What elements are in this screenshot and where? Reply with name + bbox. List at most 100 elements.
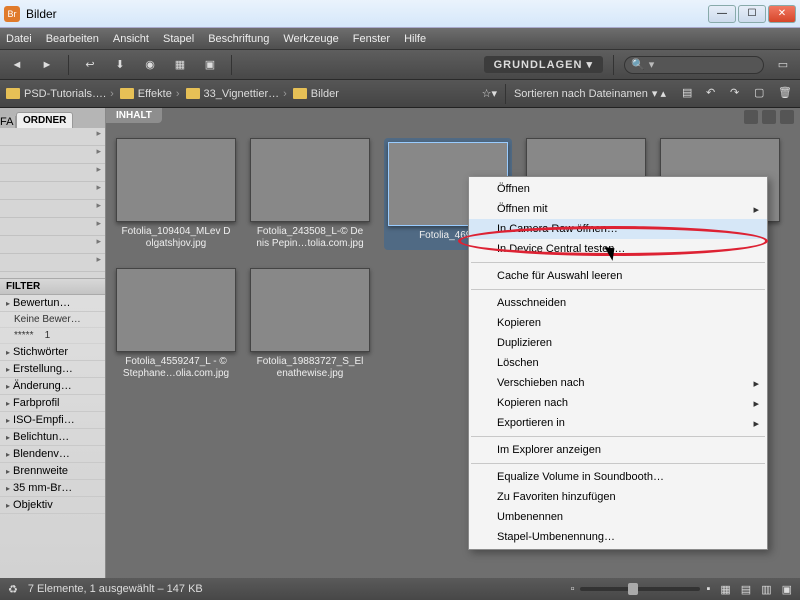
trash-icon[interactable]: 🗑: [778, 86, 794, 102]
workspace-label: GRUNDLAGEN: [494, 59, 583, 71]
ctx-item-0[interactable]: Öffnen: [469, 179, 767, 199]
ctx-item-20[interactable]: Stapel-Umbenennung…: [469, 527, 767, 547]
boomerang-icon[interactable]: ↩: [79, 54, 101, 76]
thumbnail-image: [116, 268, 236, 352]
view-mode-3-icon[interactable]: ▣: [782, 583, 792, 596]
menu-hilfe[interactable]: Hilfe: [404, 33, 426, 45]
thumbnail-image: [250, 268, 370, 352]
download-icon[interactable]: ⬇: [109, 54, 131, 76]
ctx-item-1[interactable]: Öffnen mit: [469, 199, 767, 219]
view-mode-2-icon[interactable]: ▥: [761, 583, 771, 596]
thumbnail-size-slider[interactable]: [580, 587, 700, 591]
compact-mode-icon[interactable]: ▭: [772, 54, 794, 76]
thumbnail-caption: Fotolia_4559247_L - © Stephane…olia.com.…: [116, 356, 236, 380]
workspace-dropdown[interactable]: GRUNDLAGEN ▾: [484, 56, 603, 73]
filter-rating[interactable]: Bewertun…: [0, 295, 105, 312]
forward-button[interactable]: ►: [36, 54, 58, 76]
filter-colorprofile[interactable]: Farbprofil: [0, 395, 105, 412]
ctx-item-9[interactable]: Duplizieren: [469, 333, 767, 353]
grid-lock-icon[interactable]: ▦: [720, 583, 730, 596]
menu-stapel[interactable]: Stapel: [163, 33, 194, 45]
ctx-item-19[interactable]: Umbenennen: [469, 507, 767, 527]
breadcrumb-bar: PSD-Tutorials….› Effekte› 33_Vignettier……: [0, 80, 800, 108]
filter-icon[interactable]: ▤: [682, 86, 698, 102]
zoom-in-icon[interactable]: ▪: [706, 583, 710, 595]
folder-icon: [6, 88, 20, 99]
filter-lens[interactable]: Objektiv: [0, 497, 105, 514]
status-bar: ♻ 7 Elemente, 1 ausgewählt – 147 KB ▫ ▪ …: [0, 578, 800, 600]
thumbnail-6[interactable]: Fotolia_19883727_S_El enathewise.jpg: [250, 268, 370, 380]
ctx-item-7[interactable]: Ausschneiden: [469, 293, 767, 313]
crumb-2[interactable]: 33_Vignettier…›: [186, 88, 287, 100]
thumbnail-5[interactable]: Fotolia_4559247_L - © Stephane…olia.com.…: [116, 268, 236, 380]
output-icon[interactable]: ▣: [199, 54, 221, 76]
favorite-star-icon[interactable]: ☆▾: [482, 87, 497, 100]
menu-fenster[interactable]: Fenster: [353, 33, 390, 45]
thumbnail-image: [250, 138, 370, 222]
tab-content[interactable]: INHALT: [106, 108, 162, 123]
refine-icon[interactable]: ▦: [169, 54, 191, 76]
zoom-out-icon[interactable]: ▫: [571, 583, 575, 595]
thumbnail-1[interactable]: Fotolia_243508_L-© De nis Pepin…tolia.co…: [250, 138, 370, 250]
sort-dropdown[interactable]: Sortieren nach Dateinamen ▾ ▴: [514, 87, 666, 100]
thumbnail-0[interactable]: Fotolia_109404_MLev D olgatshjov.jpg: [116, 138, 236, 250]
ctx-item-3[interactable]: In Device Central testen…: [469, 239, 767, 259]
menu-werkzeuge[interactable]: Werkzeuge: [283, 33, 338, 45]
ctx-item-12[interactable]: Kopieren nach: [469, 393, 767, 413]
folder-icon: [293, 88, 307, 99]
filter-panel-title[interactable]: FILTER: [0, 278, 105, 295]
camera-icon[interactable]: ◉: [139, 54, 161, 76]
filter-exposure[interactable]: Belichtun…: [0, 429, 105, 446]
rotate-ccw-icon[interactable]: ↶: [706, 86, 722, 102]
menu-bearbeiten[interactable]: Bearbeiten: [46, 33, 99, 45]
tab-folders[interactable]: ORDNER: [16, 112, 73, 128]
ctx-item-8[interactable]: Kopieren: [469, 313, 767, 333]
ctx-item-18[interactable]: Zu Favoriten hinzufügen: [469, 487, 767, 507]
menubar: Datei Bearbeiten Ansicht Stapel Beschrif…: [0, 28, 800, 50]
menu-ansicht[interactable]: Ansicht: [113, 33, 149, 45]
filter-rating-none[interactable]: Keine Bewer…: [0, 312, 105, 328]
view-thumb-icon[interactable]: [744, 110, 758, 124]
thumbnail-caption: Fotolia_19883727_S_El enathewise.jpg: [250, 356, 370, 380]
ctx-item-17[interactable]: Equalize Volume in Soundbooth…: [469, 467, 767, 487]
filter-35mm[interactable]: 35 mm-Br…: [0, 480, 105, 497]
recycle-icon[interactable]: ♻: [8, 583, 18, 596]
toolbar: ◄ ► ↩ ⬇ ◉ ▦ ▣ GRUNDLAGEN ▾ 🔍 ▾ ▭: [0, 50, 800, 80]
crumb-0[interactable]: PSD-Tutorials….›: [6, 88, 114, 100]
filter-rating-stars[interactable]: ***** 1: [0, 328, 105, 344]
rotate-cw-icon[interactable]: ↷: [730, 86, 746, 102]
folder-icon: [120, 88, 134, 99]
folder-icon: [186, 88, 200, 99]
close-button[interactable]: ✕: [768, 5, 796, 23]
view-mode-1-icon[interactable]: ▤: [741, 583, 751, 596]
filter-iso[interactable]: ISO-Empfi…: [0, 412, 105, 429]
tab-favorites[interactable]: FA: [0, 116, 16, 128]
filter-aperture[interactable]: Blendenv…: [0, 446, 105, 463]
filter-keywords[interactable]: Stichwörter: [0, 344, 105, 361]
ctx-item-13[interactable]: Exportieren in: [469, 413, 767, 433]
menu-datei[interactable]: Datei: [6, 33, 32, 45]
back-button[interactable]: ◄: [6, 54, 28, 76]
view-list-icon[interactable]: [780, 110, 794, 124]
new-folder-icon[interactable]: ▢: [754, 86, 770, 102]
status-text: 7 Elemente, 1 ausgewählt – 147 KB: [28, 583, 203, 595]
ctx-item-5[interactable]: Cache für Auswahl leeren: [469, 266, 767, 286]
crumb-3[interactable]: Bilder: [293, 88, 339, 100]
filter-modified[interactable]: Änderung…: [0, 378, 105, 395]
context-menu: ÖffnenÖffnen mitIn Camera Raw öffnen…In …: [468, 176, 768, 550]
crumb-1[interactable]: Effekte›: [120, 88, 180, 100]
folder-tree[interactable]: [0, 128, 105, 278]
ctx-item-2[interactable]: In Camera Raw öffnen…: [469, 219, 767, 239]
ctx-item-10[interactable]: Löschen: [469, 353, 767, 373]
maximize-button[interactable]: ☐: [738, 5, 766, 23]
search-input[interactable]: 🔍 ▾: [624, 56, 764, 74]
ctx-item-11[interactable]: Verschieben nach: [469, 373, 767, 393]
menu-beschriftung[interactable]: Beschriftung: [208, 33, 269, 45]
filter-created[interactable]: Erstellung…: [0, 361, 105, 378]
view-detail-icon[interactable]: [762, 110, 776, 124]
thumbnail-caption: Fotolia_243508_L-© De nis Pepin…tolia.co…: [250, 226, 370, 250]
filter-focal[interactable]: Brennweite: [0, 463, 105, 480]
window-title: Bilder: [26, 7, 708, 21]
minimize-button[interactable]: —: [708, 5, 736, 23]
ctx-item-15[interactable]: Im Explorer anzeigen: [469, 440, 767, 460]
